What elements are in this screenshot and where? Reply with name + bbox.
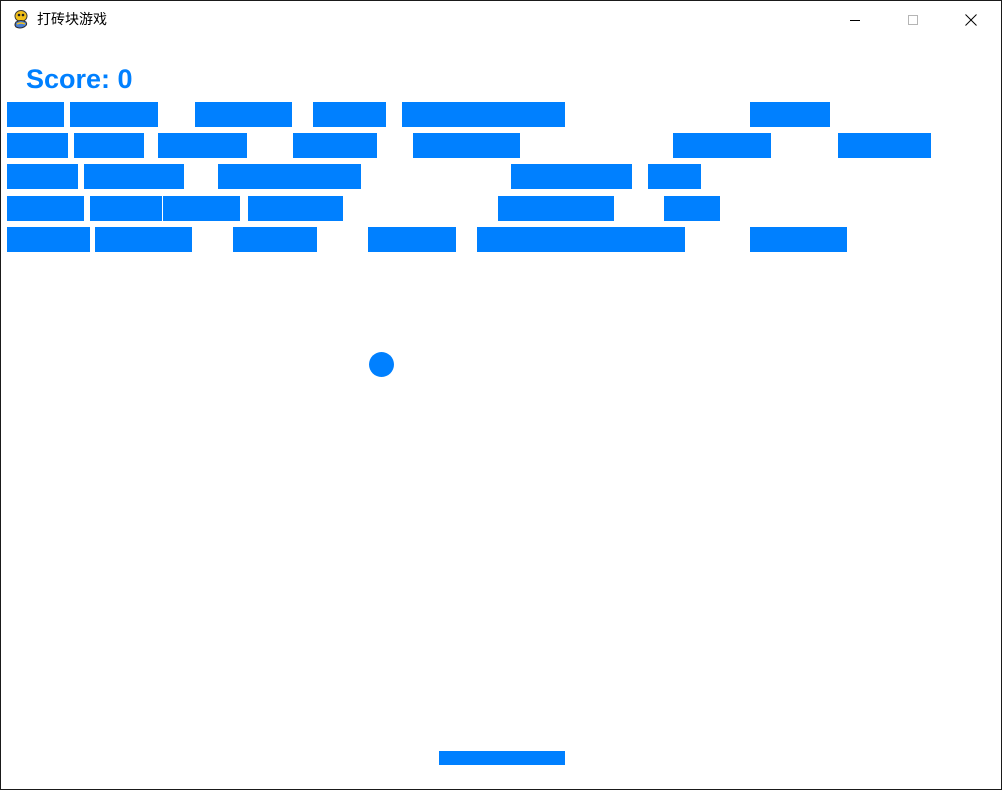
title-bar[interactable]: 打砖块游戏 — [1, 1, 1001, 38]
brick — [90, 196, 162, 221]
brick — [838, 133, 931, 158]
brick — [163, 196, 240, 221]
brick — [84, 164, 184, 189]
brick — [498, 196, 614, 221]
brick — [664, 196, 720, 221]
brick — [7, 196, 84, 221]
brick — [750, 102, 830, 127]
brick — [293, 133, 377, 158]
minimize-icon — [850, 20, 860, 21]
game-window: 打砖块游戏 Score: 0 — [0, 0, 1002, 790]
close-button[interactable] — [942, 1, 1000, 38]
brick — [368, 227, 456, 252]
game-canvas[interactable]: Score: 0 — [1, 38, 1001, 789]
brick — [673, 133, 771, 158]
brick — [248, 196, 343, 221]
brick — [477, 227, 685, 252]
brick — [218, 164, 361, 189]
brick — [7, 227, 90, 252]
brick — [750, 227, 847, 252]
brick — [74, 133, 144, 158]
brick — [233, 227, 317, 252]
maximize-button[interactable] — [884, 1, 942, 38]
brick — [7, 164, 78, 189]
close-icon — [965, 14, 977, 26]
brick — [511, 164, 632, 189]
paddle[interactable] — [439, 751, 565, 765]
brick — [7, 102, 64, 127]
brick — [413, 133, 520, 158]
window-title: 打砖块游戏 — [37, 12, 107, 28]
brick — [402, 102, 565, 127]
ball — [369, 352, 394, 377]
brick — [195, 102, 292, 127]
maximize-icon — [908, 15, 918, 25]
brick — [7, 133, 68, 158]
score-label: Score: 0 — [26, 64, 133, 94]
brick — [648, 164, 701, 189]
pygame-snake-icon — [14, 10, 28, 29]
brick — [95, 227, 192, 252]
brick — [70, 102, 158, 127]
minimize-button[interactable] — [826, 1, 884, 38]
brick — [313, 102, 386, 127]
brick — [158, 133, 247, 158]
